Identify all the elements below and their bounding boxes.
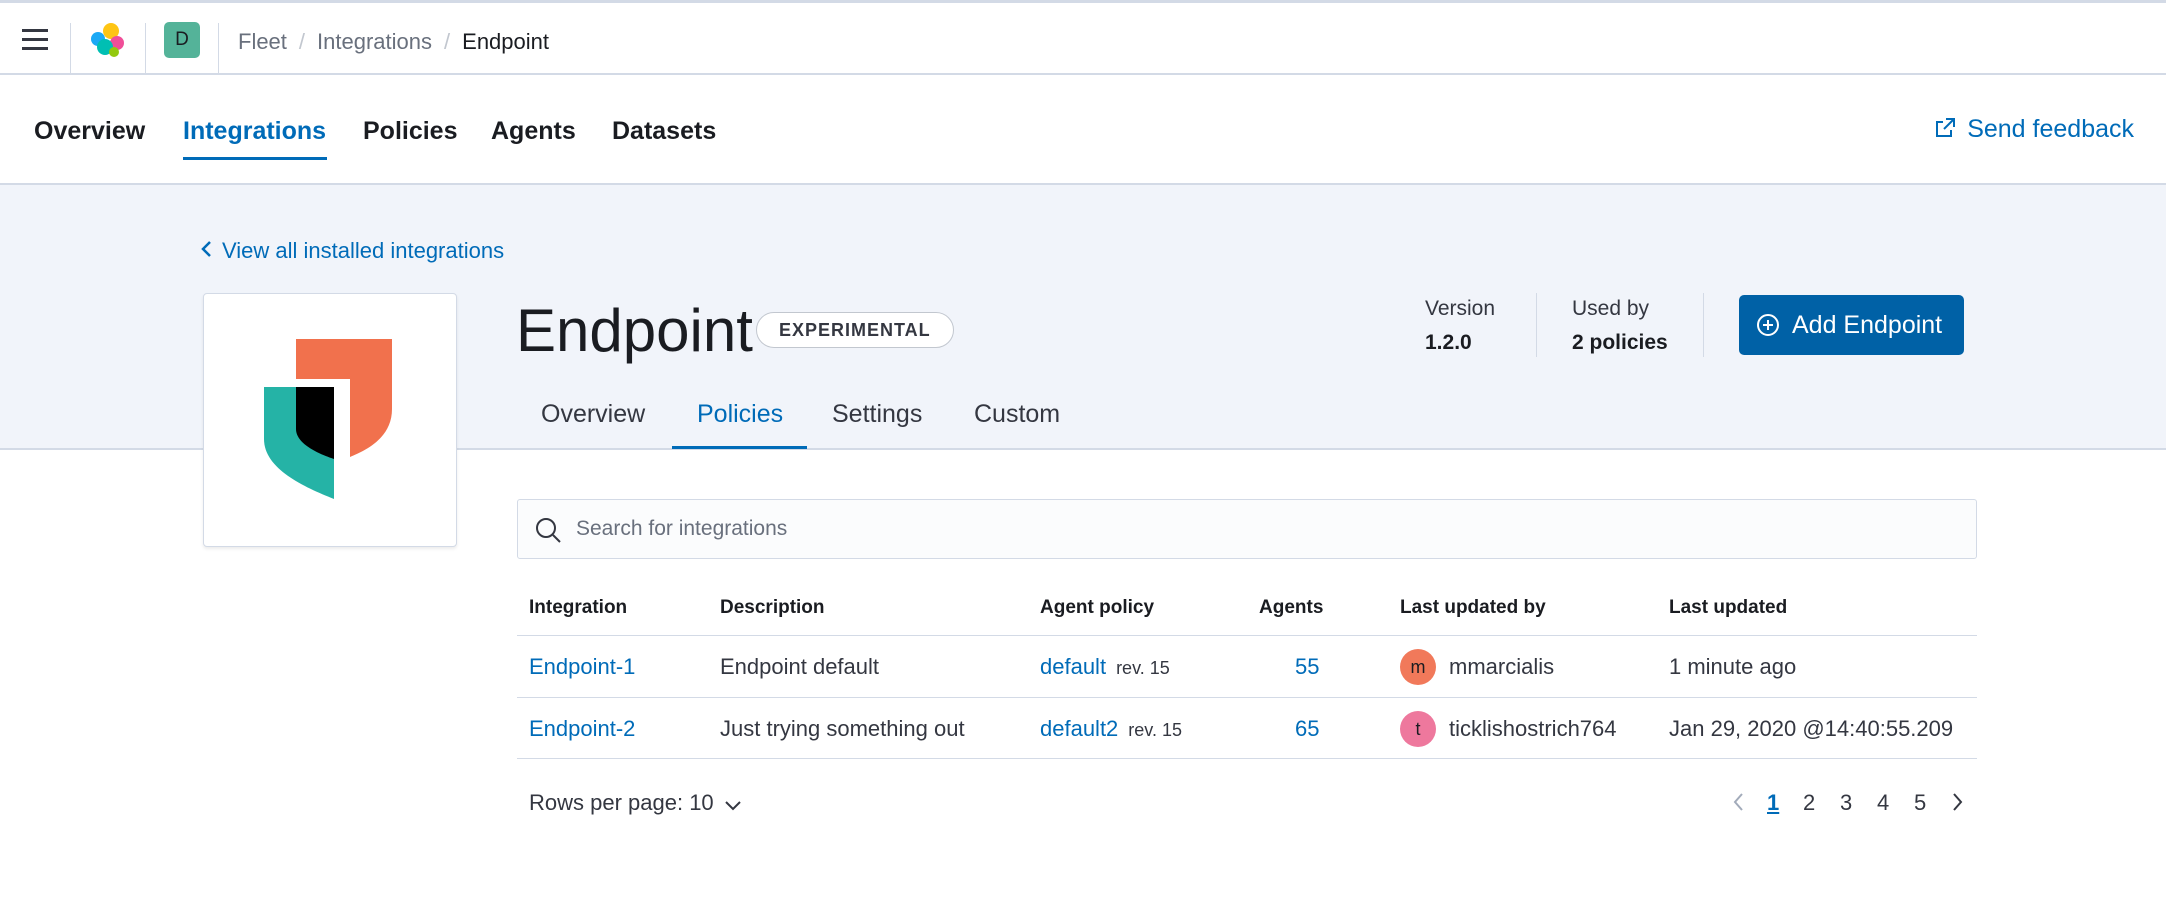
row-agent-policy: default rev. 15 bbox=[1040, 654, 1170, 680]
tab-policies[interactable]: Policies bbox=[363, 117, 458, 146]
subtab-custom[interactable]: Custom bbox=[974, 400, 1060, 429]
integration-logo-card bbox=[203, 293, 457, 547]
meta-divider bbox=[1536, 293, 1537, 357]
endpoint-logo-icon bbox=[264, 339, 392, 499]
tab-datasets[interactable]: Datasets bbox=[612, 117, 716, 146]
space-avatar[interactable]: D bbox=[164, 22, 200, 58]
page-title: Endpoint bbox=[516, 297, 753, 364]
tab-integrations[interactable]: Integrations bbox=[183, 117, 326, 146]
top-header: D Fleet / Integrations / Endpoint bbox=[0, 0, 2166, 75]
main-nav: Overview Integrations Policies Agents Da… bbox=[0, 75, 2166, 185]
external-link-icon bbox=[1936, 118, 1956, 137]
tab-overview[interactable]: Overview bbox=[34, 117, 145, 146]
search-icon bbox=[536, 518, 561, 543]
version-value: 1.2.0 bbox=[1425, 331, 1472, 354]
agent-policy-link[interactable]: default bbox=[1040, 654, 1106, 679]
page-2[interactable]: 2 bbox=[1803, 790, 1815, 816]
breadcrumb-separator: / bbox=[444, 29, 451, 54]
add-endpoint-button[interactable]: Add Endpoint bbox=[1739, 295, 1964, 355]
breadcrumb-endpoint: Endpoint bbox=[462, 29, 549, 54]
avatar: m bbox=[1400, 649, 1436, 685]
add-endpoint-label: Add Endpoint bbox=[1792, 311, 1943, 339]
subtab-policies[interactable]: Policies bbox=[697, 400, 783, 429]
status-badge: EXPERIMENTAL bbox=[756, 312, 954, 348]
rows-per-page-select[interactable]: Rows per page: 10 bbox=[529, 790, 742, 816]
row-last-updated: 1 minute ago bbox=[1669, 654, 1797, 679]
column-header-agent-policy[interactable]: Agent policy bbox=[1040, 597, 1154, 619]
column-header-agents[interactable]: Agents bbox=[1259, 597, 1323, 619]
chevron-left-icon bbox=[201, 241, 211, 257]
row-agent-policy: default2 rev. 15 bbox=[1040, 716, 1182, 742]
table-divider bbox=[517, 758, 1977, 759]
breadcrumb: Fleet / Integrations / Endpoint bbox=[238, 29, 549, 55]
row-integration-link[interactable]: Endpoint-2 bbox=[529, 716, 635, 742]
active-tab-indicator bbox=[183, 157, 327, 160]
row-last-updated-by: mmarcialis bbox=[1449, 654, 1555, 679]
page-5[interactable]: 5 bbox=[1914, 790, 1926, 816]
back-link-label: View all installed integrations bbox=[222, 238, 505, 263]
hamburger-menu-icon[interactable] bbox=[22, 29, 48, 51]
view-all-integrations-link[interactable]: View all installed integrations bbox=[200, 238, 504, 264]
search-bar bbox=[517, 499, 1977, 559]
policy-revision: rev. 15 bbox=[1128, 720, 1182, 740]
subtab-overview[interactable]: Overview bbox=[541, 400, 645, 429]
row-description: Just trying something out bbox=[720, 716, 965, 741]
send-feedback-link[interactable]: Send feedback bbox=[1933, 115, 2134, 144]
column-header-integration[interactable]: Integration bbox=[529, 597, 627, 619]
breadcrumb-fleet[interactable]: Fleet bbox=[238, 29, 287, 54]
row-agents-count[interactable]: 55 bbox=[1295, 654, 1319, 680]
page-4[interactable]: 4 bbox=[1877, 790, 1889, 816]
meta-divider bbox=[1703, 293, 1704, 357]
chevron-right-icon[interactable] bbox=[1951, 791, 1965, 813]
used-by-value: 2 policies bbox=[1572, 331, 1668, 354]
header-divider bbox=[218, 23, 219, 75]
breadcrumb-separator: / bbox=[298, 29, 306, 54]
agent-policy-link[interactable]: default2 bbox=[1040, 716, 1118, 741]
table-divider bbox=[517, 697, 1977, 698]
avatar: t bbox=[1400, 711, 1436, 747]
page-3[interactable]: 3 bbox=[1840, 790, 1852, 816]
row-last-updated: Jan 29, 2020 @14:40:55.209 bbox=[1669, 716, 1954, 741]
used-by-info: Used by 2 policies bbox=[1572, 297, 1668, 355]
elastic-logo-icon[interactable] bbox=[88, 21, 128, 61]
row-integration-link[interactable]: Endpoint-1 bbox=[529, 654, 635, 680]
tab-agents[interactable]: Agents bbox=[491, 117, 576, 146]
plus-circle-icon bbox=[1757, 314, 1779, 336]
breadcrumb-integrations[interactable]: Integrations bbox=[317, 29, 432, 54]
row-agents-count[interactable]: 65 bbox=[1295, 716, 1319, 742]
header-divider bbox=[145, 23, 146, 75]
row-description: Endpoint default bbox=[720, 654, 880, 679]
chevron-left-icon[interactable] bbox=[1731, 791, 1745, 813]
table-divider bbox=[517, 635, 1977, 636]
header-divider bbox=[70, 23, 71, 75]
version-label: Version bbox=[1425, 297, 1496, 320]
used-by-label: Used by bbox=[1572, 297, 1650, 320]
page-1[interactable]: 1 bbox=[1767, 790, 1779, 816]
column-header-last-updated[interactable]: Last updated bbox=[1669, 597, 1787, 619]
column-header-last-updated-by[interactable]: Last updated by bbox=[1400, 597, 1546, 619]
search-input[interactable] bbox=[576, 510, 1956, 548]
active-subtab-indicator bbox=[672, 446, 807, 449]
chevron-down-icon bbox=[724, 801, 741, 811]
column-header-description[interactable]: Description bbox=[720, 597, 825, 619]
row-last-updated-by: ticklishostrich764 bbox=[1449, 716, 1617, 741]
rows-per-page-label: Rows per page: 10 bbox=[529, 790, 714, 815]
subtab-settings[interactable]: Settings bbox=[832, 400, 922, 429]
policy-revision: rev. 15 bbox=[1116, 658, 1170, 678]
send-feedback-label: Send feedback bbox=[1967, 115, 2134, 143]
version-info: Version 1.2.0 bbox=[1425, 297, 1495, 355]
